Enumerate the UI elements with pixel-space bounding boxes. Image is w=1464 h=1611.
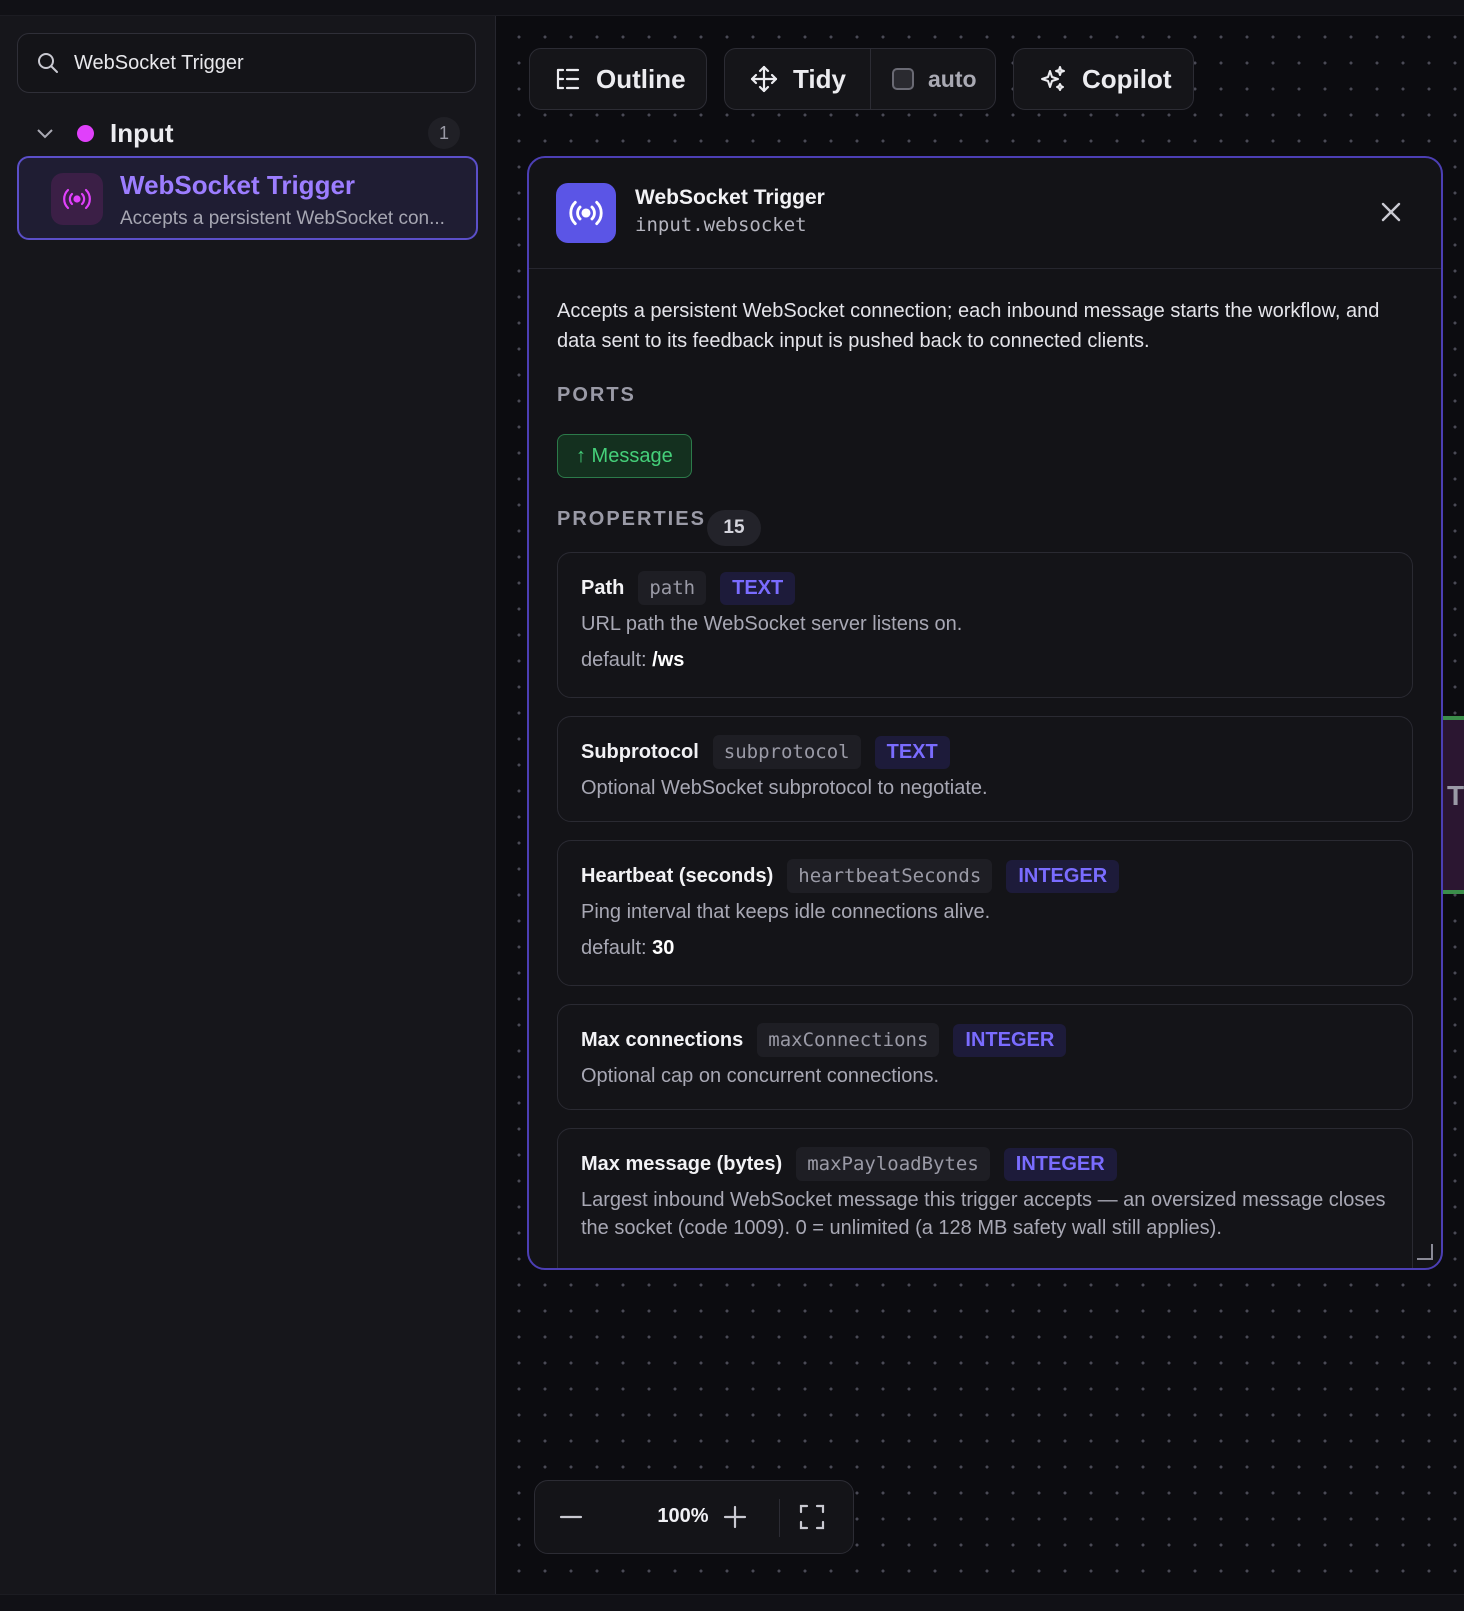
canvas-node-peek-text: T bbox=[1447, 780, 1464, 811]
sparkles-icon bbox=[1041, 66, 1065, 91]
move-arrows-icon bbox=[750, 65, 778, 93]
inspector-node-id: input.websocket bbox=[635, 214, 807, 236]
properties-count-badge: 15 bbox=[707, 510, 761, 546]
property-type-badge: TEXT bbox=[874, 735, 950, 769]
outline-icon bbox=[556, 68, 580, 90]
auto-tidy-toggle[interactable]: auto bbox=[871, 66, 977, 93]
property-key: maxPayloadBytes bbox=[796, 1147, 990, 1181]
node-item-description: Accepts a persistent WebSocket con... bbox=[120, 208, 445, 229]
property-description: Optional cap on concurrent connections. bbox=[581, 1065, 939, 1087]
inspector-header: WebSocket Trigger input.websocket bbox=[529, 158, 1441, 269]
property-description: Largest inbound WebSocket message this t… bbox=[581, 1189, 1386, 1239]
property-description: Optional WebSocket subprotocol to negoti… bbox=[581, 777, 988, 799]
search-input[interactable]: WebSocket Trigger bbox=[74, 52, 244, 75]
zoom-divider bbox=[779, 1499, 780, 1537]
property-type-badge: TEXT bbox=[720, 571, 796, 605]
property-name: Max message (bytes) bbox=[581, 1152, 783, 1175]
property-type-badge: INTEGER bbox=[1003, 1147, 1117, 1181]
property-key: subprotocol bbox=[712, 735, 861, 769]
tidy-label: Tidy bbox=[793, 63, 846, 94]
inspector-title: WebSocket Trigger bbox=[635, 186, 825, 209]
search-box[interactable]: WebSocket Trigger bbox=[17, 33, 476, 93]
node-library-sidebar: WebSocket Trigger Input 1 WebSocket Trig… bbox=[0, 16, 496, 1594]
tidy-button[interactable]: Tidy bbox=[725, 49, 871, 109]
node-item-title: WebSocket Trigger bbox=[120, 170, 356, 200]
broadcast-icon bbox=[51, 173, 103, 225]
property-default-value: /ws bbox=[652, 649, 685, 671]
property-key: path bbox=[638, 571, 707, 605]
zoom-controls: 100% bbox=[534, 1480, 854, 1554]
property-default: default: 30 bbox=[581, 937, 675, 959]
property-type-badge: INTEGER bbox=[1006, 859, 1120, 893]
property-key: heartbeatSeconds bbox=[787, 859, 993, 893]
plus-icon bbox=[723, 1505, 747, 1529]
property-name: Heartbeat (seconds) bbox=[581, 864, 774, 887]
bottom-bar bbox=[0, 1594, 1464, 1611]
property-key: maxConnections bbox=[757, 1023, 940, 1057]
chevron-down-icon[interactable] bbox=[35, 123, 57, 143]
zoom-in-button[interactable] bbox=[721, 1481, 749, 1553]
category-input[interactable]: Input 1 bbox=[17, 112, 476, 154]
property-name: Max connections bbox=[581, 1028, 744, 1051]
zoom-out-button[interactable] bbox=[557, 1481, 585, 1553]
resize-handle[interactable] bbox=[1417, 1244, 1433, 1260]
property-description: Ping interval that keeps idle connection… bbox=[581, 901, 991, 923]
copilot-label: Copilot bbox=[1082, 63, 1172, 94]
property-description: URL path the WebSocket server listens on… bbox=[581, 613, 963, 635]
category-label: Input bbox=[110, 117, 174, 148]
fit-view-button[interactable] bbox=[797, 1481, 827, 1553]
port-chip-message[interactable]: ↑ Message bbox=[557, 434, 692, 478]
property-type-badge: INTEGER bbox=[953, 1023, 1067, 1057]
property-name: Subprotocol bbox=[581, 740, 699, 763]
property-default: default: /ws bbox=[581, 649, 685, 671]
property-card[interactable]: Max message (bytes) maxPayloadBytes INTE… bbox=[557, 1128, 1413, 1268]
property-card[interactable]: Subprotocol subprotocol TEXT Optional We… bbox=[557, 716, 1413, 822]
ports-heading: PORTS bbox=[557, 384, 636, 406]
fullscreen-icon bbox=[799, 1504, 825, 1530]
node-item-websocket-trigger[interactable]: WebSocket Trigger Accepts a persistent W… bbox=[17, 156, 478, 240]
outline-label: Outline bbox=[596, 63, 686, 94]
copilot-button[interactable]: Copilot bbox=[1013, 48, 1194, 110]
property-default-value: 30 bbox=[652, 937, 675, 959]
property-card[interactable]: Max connections maxConnections INTEGER O… bbox=[557, 1004, 1413, 1110]
search-icon bbox=[38, 53, 58, 73]
broadcast-icon bbox=[556, 183, 616, 243]
property-card[interactable]: Path path TEXT URL path the WebSocket se… bbox=[557, 552, 1413, 698]
inspector-description: Accepts a persistent WebSocket connectio… bbox=[557, 300, 1380, 352]
properties-heading: PROPERTIES bbox=[557, 508, 706, 530]
minus-icon bbox=[559, 1515, 583, 1519]
outline-button[interactable]: Outline bbox=[529, 48, 707, 110]
close-icon[interactable] bbox=[1377, 198, 1405, 226]
auto-checkbox[interactable] bbox=[892, 68, 914, 90]
property-card[interactable]: Heartbeat (seconds) heartbeatSeconds INT… bbox=[557, 840, 1413, 986]
property-name: Path bbox=[581, 576, 625, 599]
auto-label: auto bbox=[928, 65, 977, 92]
category-count-badge: 1 bbox=[428, 117, 460, 149]
category-color-dot bbox=[77, 124, 94, 142]
node-inspector-panel: WebSocket Trigger input.websocket Accept… bbox=[527, 156, 1443, 1270]
top-bar bbox=[0, 0, 1464, 16]
tidy-group: Tidy auto bbox=[724, 48, 996, 110]
